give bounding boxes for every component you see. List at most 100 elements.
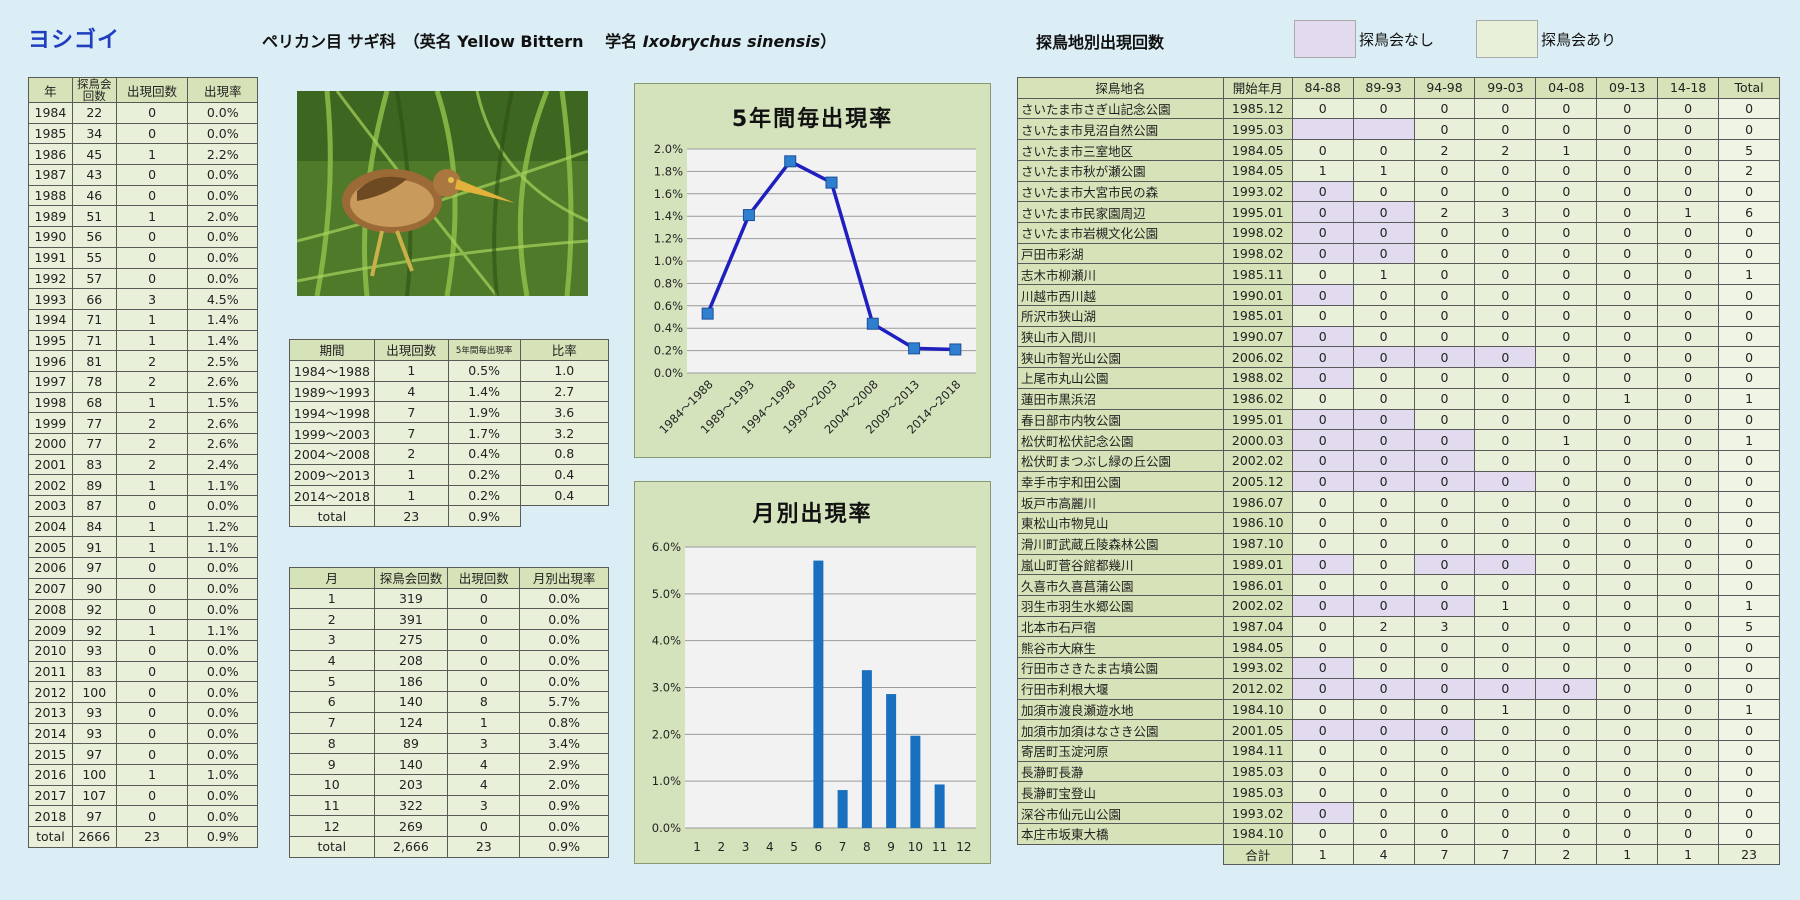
start-date-cell: 2005.12	[1222, 470, 1293, 493]
table-row: 1986 45 1 2.2%	[28, 143, 258, 166]
period-rate-cell: 0.5%	[447, 359, 521, 382]
count-cell: 0	[1535, 532, 1598, 555]
table-row: 1987 43 0 0.0%	[28, 164, 258, 186]
surveys-cell: 140	[373, 691, 449, 713]
count-cell: 0	[1535, 781, 1598, 804]
site-row: 坂戸市高麗川 1986.07 0 0 0 0 0 0 0 0	[1017, 491, 1780, 514]
y-tick-label: 0.6%	[654, 299, 683, 313]
count-cell: 0	[1474, 615, 1537, 638]
year-cell: 1997	[28, 370, 73, 393]
sightings-cell: 1	[447, 711, 521, 734]
surveys-cell: 55	[71, 246, 117, 269]
count-cell: 0	[1413, 574, 1476, 596]
period-cell: 2004～2008	[289, 442, 375, 465]
total-row: total 2,666 23 0.9%	[289, 835, 609, 858]
col-total: Total	[1718, 77, 1780, 99]
count-cell: 0	[1352, 512, 1415, 534]
sightings-cell: 7	[373, 422, 449, 444]
sightings-cell: 0	[115, 164, 189, 186]
month-cell: 10	[289, 773, 375, 796]
total-cell: 2	[1535, 843, 1598, 866]
start-date-cell: 1984.10	[1222, 822, 1293, 845]
total-cell: 6	[1718, 201, 1780, 224]
count-cell: 0	[1657, 532, 1720, 555]
surveys-cell: 203	[373, 773, 449, 796]
count-cell: 0	[1291, 822, 1354, 845]
table-row: 2008 92 0 0.0%	[28, 598, 258, 621]
sightings-cell: 1	[115, 143, 189, 166]
rate-cell: 1.4%	[187, 329, 258, 352]
site-row: 羽生市羽生水郷公園 2002.02 0 0 0 1 0 0 0 1	[1017, 594, 1780, 617]
count-cell: 0	[1413, 118, 1476, 141]
start-date-cell: 1995.01	[1222, 201, 1293, 224]
table-row: 2012 100 0 0.0%	[28, 681, 258, 703]
count-cell: 0	[1291, 657, 1354, 679]
col-sightings: 出現回数	[447, 567, 521, 589]
count-cell: 0	[1474, 97, 1537, 120]
year-cell: 2003	[28, 495, 73, 517]
site-row: 松伏町松伏記念公園 2000.03 0 0 0 0 1 0 0 1	[1017, 429, 1780, 451]
sightings-cell: 0	[447, 649, 521, 672]
site-name-cell: 狭山市智光山公園	[1017, 346, 1224, 369]
count-cell: 0	[1535, 222, 1598, 244]
count-cell: 0	[1352, 470, 1415, 493]
count-cell: 0	[1657, 760, 1720, 783]
table-row: 1997 78 2 2.6%	[28, 370, 258, 393]
total-cell: 0	[1718, 284, 1780, 306]
year-cell: 1990	[28, 226, 73, 248]
ratio-cell: 0.8	[519, 442, 610, 465]
month-cell: 6	[289, 691, 375, 713]
table-row: 1 319 0 0.0%	[289, 587, 609, 610]
surveys-cell: 83	[71, 660, 117, 683]
site-name-cell: 北本市石戸宿	[1017, 615, 1224, 638]
total-label: 合計	[1222, 843, 1293, 866]
start-date-cell: 2006.02	[1222, 346, 1293, 369]
total-cell: 0	[1718, 781, 1780, 804]
count-cell: 0	[1535, 97, 1598, 120]
count-cell: 0	[1413, 677, 1476, 700]
surveys-cell: 275	[373, 629, 449, 651]
y-tick-label: 1.6%	[654, 187, 683, 201]
start-date-cell: 1993.02	[1222, 657, 1293, 679]
site-name-cell: 松伏町まつぶし緑の丘公園	[1017, 449, 1224, 472]
table-row: 2 391 0 0.0%	[289, 608, 609, 631]
site-row: さいたま市三室地区 1984.05 0 0 2 2 1 0 0 5	[1017, 139, 1780, 161]
data-point	[825, 176, 838, 189]
year-cell: 2002	[28, 474, 73, 497]
surveys-cell: 93	[71, 701, 117, 724]
count-cell: 0	[1474, 512, 1537, 534]
count-cell: 0	[1657, 512, 1720, 534]
year-cell: 1996	[28, 350, 73, 372]
taxonomy-prefix: ペリカン目 サギ科 （英名 Yellow Bittern 学名	[262, 32, 643, 51]
month-cell: 9	[289, 753, 375, 775]
site-name-cell: 長瀞町宝登山	[1017, 781, 1224, 804]
count-cell: 0	[1535, 657, 1598, 679]
sightings-cell: 0	[115, 246, 189, 269]
rate-cell: 1.1%	[187, 474, 258, 497]
sightings-cell: 4	[373, 380, 449, 403]
y-tick-label: 2.0%	[652, 727, 681, 741]
year-cell: 1992	[28, 267, 73, 290]
total-cell: 0	[1718, 636, 1780, 659]
surveys-cell: 391	[373, 608, 449, 631]
table-row: 2006 97 0 0.0%	[28, 557, 258, 579]
count-cell: 0	[1291, 698, 1354, 721]
count-cell: 3	[1413, 615, 1476, 638]
total-cell: 0	[1718, 97, 1780, 120]
rate-cell: 2.5%	[187, 350, 258, 372]
surveys-cell: 84	[71, 515, 117, 538]
sightings-cell: 1	[115, 329, 189, 352]
start-date-cell: 1987.04	[1222, 615, 1293, 638]
total-cell: 1	[1657, 843, 1720, 866]
total-label: total	[289, 505, 375, 528]
count-cell: 0	[1535, 387, 1598, 410]
count-cell: 0	[1413, 449, 1476, 472]
site-name-cell: 行田市利根大堰	[1017, 677, 1224, 700]
start-date-cell: 1984.05	[1222, 636, 1293, 659]
total-cell: 0	[1718, 222, 1780, 244]
count-cell: 0	[1657, 594, 1720, 617]
period-cell: 1989～1993	[289, 380, 375, 403]
period-cell: 1994～1998	[289, 401, 375, 424]
x-tick-label: 11	[932, 840, 947, 854]
count-cell: 0	[1535, 760, 1598, 783]
